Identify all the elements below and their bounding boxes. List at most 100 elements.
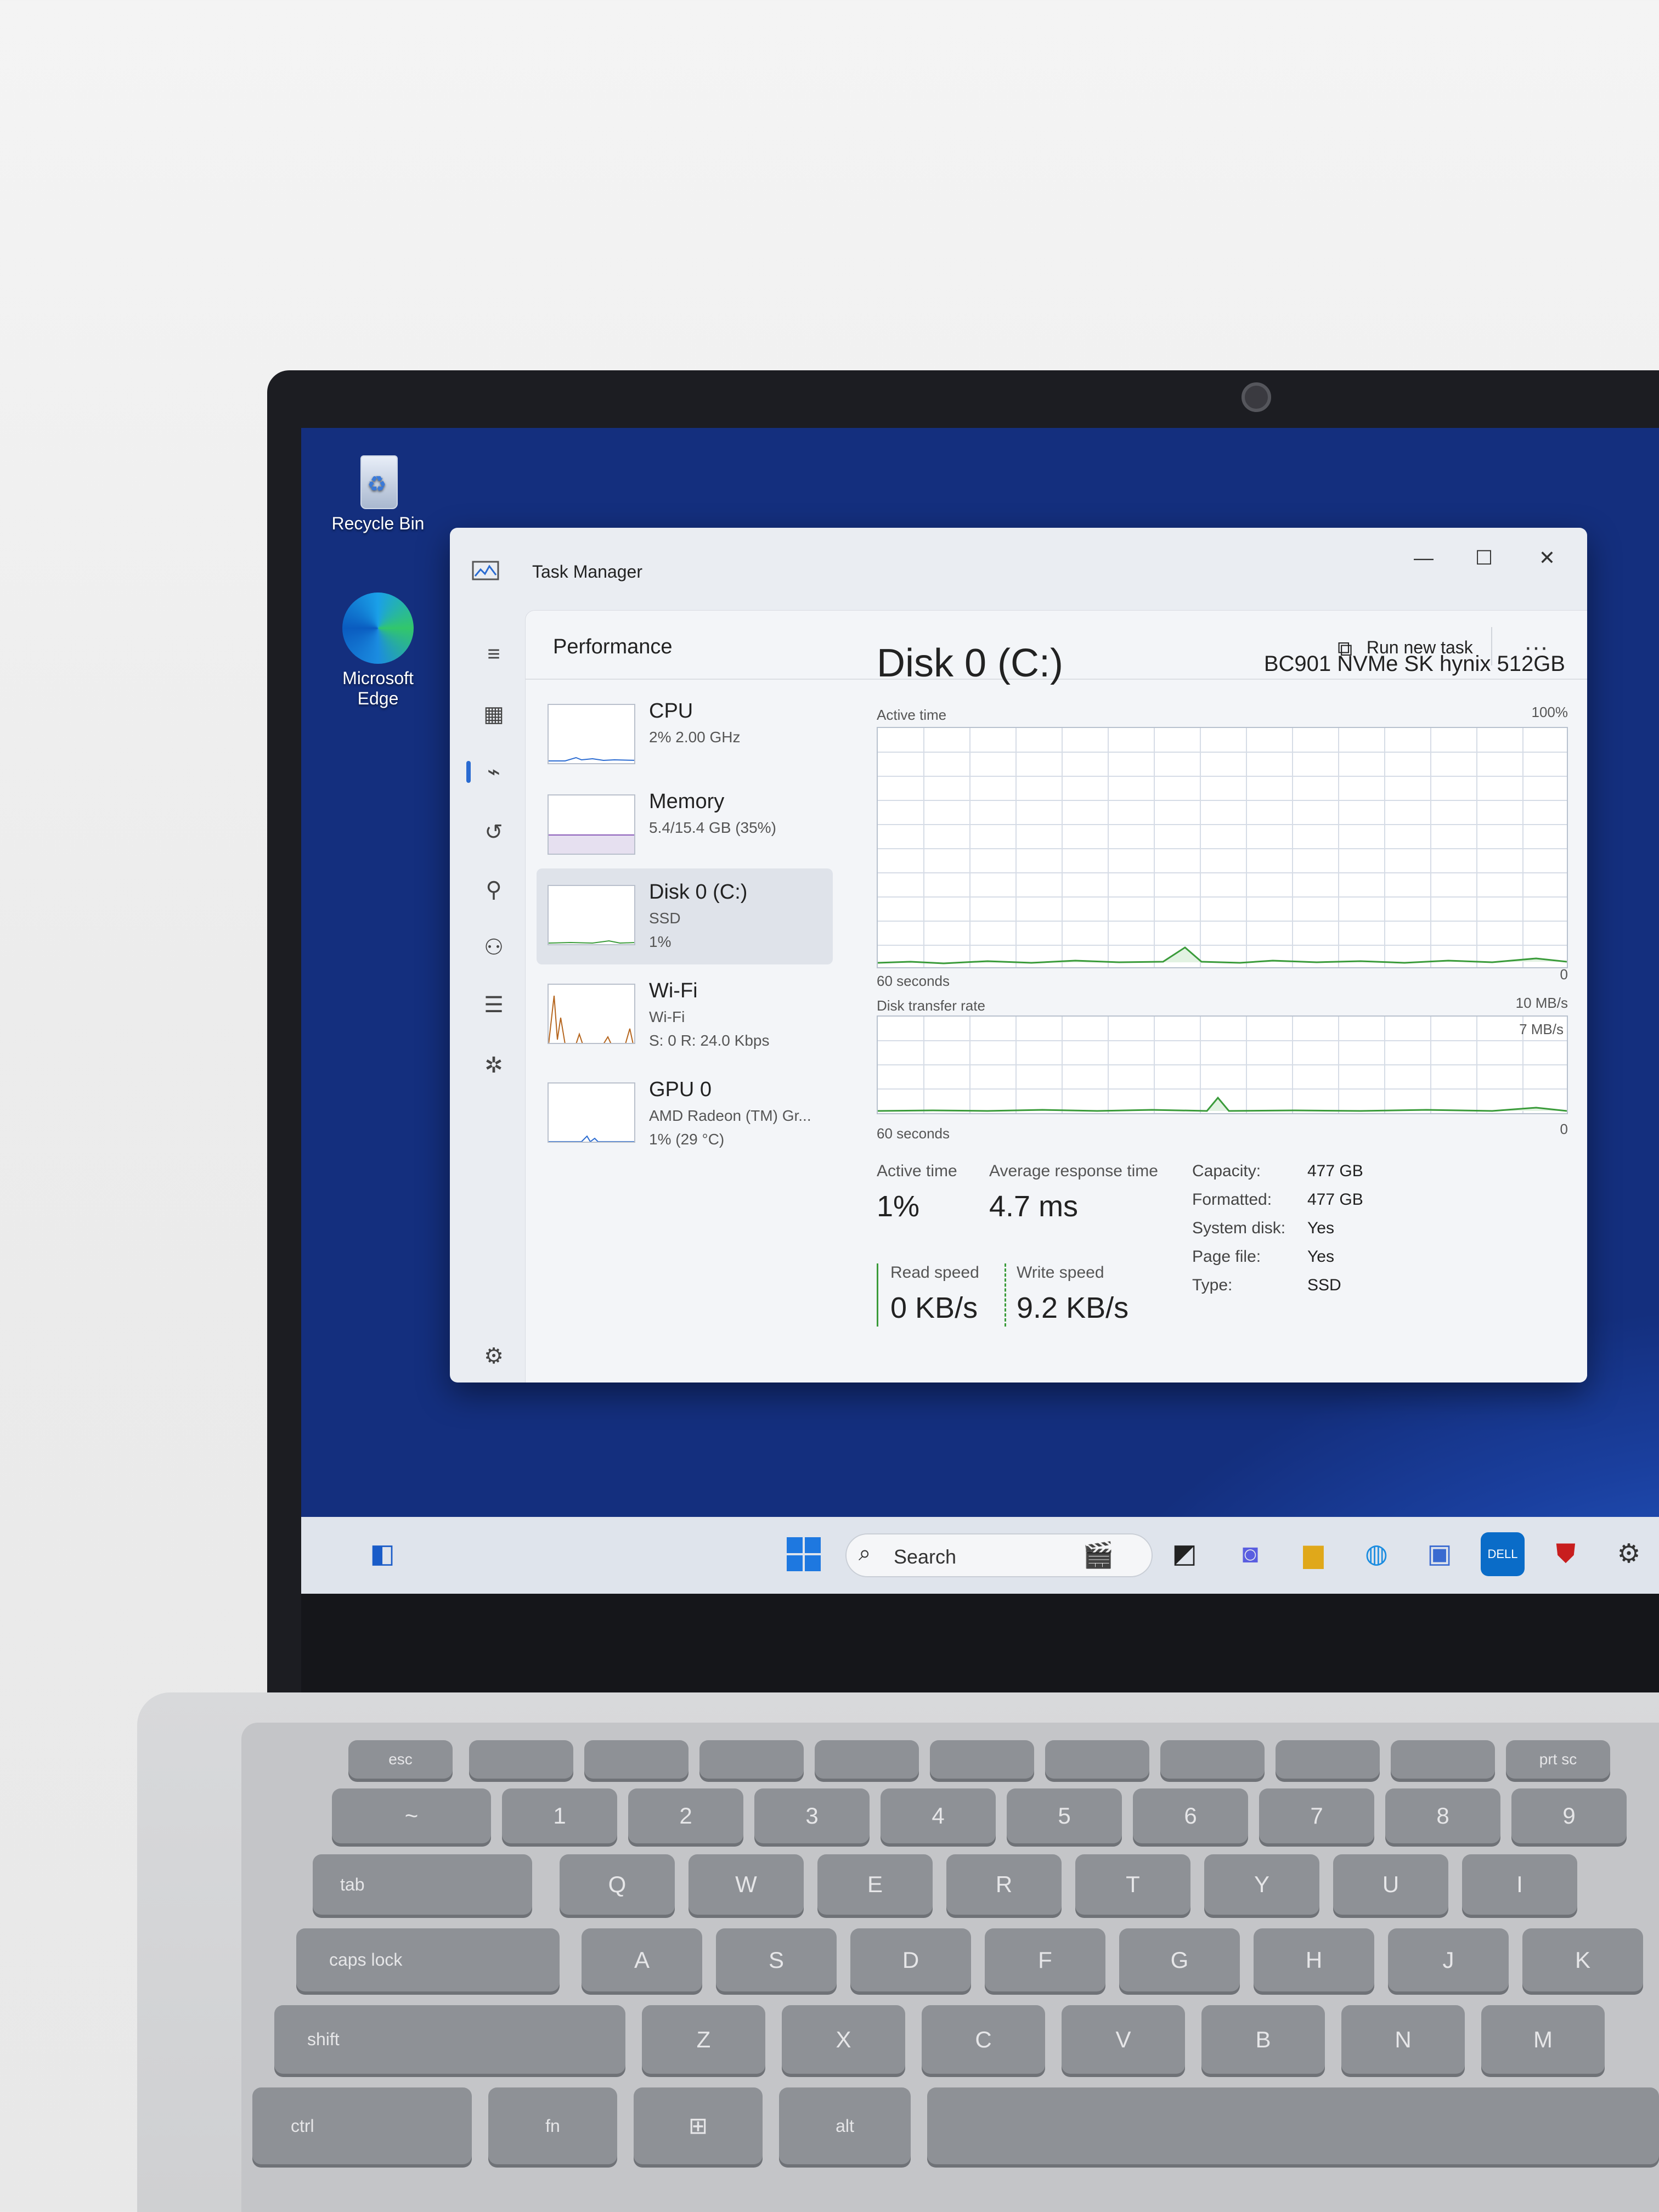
key-m[interactable]: M [1481, 2005, 1605, 2074]
key-9[interactable]: 9 [1511, 1788, 1627, 1843]
key-f9[interactable] [1391, 1740, 1495, 1779]
keyboard: esc prt sc ~ 1 2 3 4 5 6 7 8 9 tab Q W E… [241, 1723, 1659, 2212]
read-speed-marker [877, 1263, 878, 1327]
key-3[interactable]: 3 [754, 1788, 870, 1843]
key-f1[interactable] [469, 1740, 573, 1779]
read-speed-value: 0 KB/s [890, 1291, 978, 1324]
key-s[interactable]: S [716, 1928, 837, 1991]
desktop-icon-label-line1: Microsoft [342, 668, 414, 688]
sidebar-item-gpu[interactable]: GPU 0 AMD Radeon (TM) Gr... 1% (29 °C) [537, 1066, 833, 1162]
sidebar-item-sub: Wi-Fi [649, 1008, 685, 1025]
key-q[interactable]: Q [560, 1854, 675, 1915]
read-speed-label: Read speed [890, 1263, 979, 1282]
task-view-icon[interactable]: ◩ [1163, 1532, 1206, 1576]
key-z[interactable]: Z [642, 2005, 765, 2074]
minimize-button[interactable]: — [1393, 539, 1454, 577]
key-w[interactable]: W [689, 1854, 804, 1915]
key-d[interactable]: D [850, 1928, 971, 1991]
settings-gear-icon[interactable]: ⚙ [477, 1340, 510, 1373]
write-speed-value: 9.2 KB/s [1017, 1291, 1129, 1324]
key-prtsc[interactable]: prt sc [1506, 1740, 1610, 1779]
key-k[interactable]: K [1522, 1928, 1643, 1991]
processes-icon[interactable]: ▦ [477, 698, 510, 731]
transfer-rate-graph: 7 MB/s [877, 1015, 1568, 1114]
key-7[interactable]: 7 [1259, 1788, 1374, 1843]
edge-taskbar-icon[interactable]: ◍ [1355, 1532, 1398, 1576]
prop-value: 477 GB [1307, 1190, 1363, 1209]
sidebar-item-title: CPU [649, 699, 693, 723]
key-f7[interactable] [1160, 1740, 1265, 1779]
key-space[interactable] [927, 2087, 1659, 2164]
key-r[interactable]: R [946, 1854, 1062, 1915]
wifi-thumbnail-graph [548, 984, 635, 1044]
key-caps-lock[interactable]: caps lock [296, 1928, 560, 1991]
performance-icon[interactable]: ⌁ [477, 755, 510, 788]
key-x[interactable]: X [782, 2005, 905, 2074]
key-2[interactable]: 2 [628, 1788, 743, 1843]
file-explorer-icon[interactable]: ▆ [1291, 1532, 1335, 1576]
settings-taskbar-icon[interactable]: ⚙ [1607, 1532, 1651, 1576]
key-f4[interactable] [815, 1740, 919, 1779]
key-fn[interactable]: fn [488, 2087, 617, 2164]
key-1[interactable]: 1 [502, 1788, 617, 1843]
hamburger-menu-icon[interactable]: ≡ [477, 637, 510, 670]
chat-icon[interactable]: ◙ [1228, 1532, 1272, 1576]
key-f5[interactable] [930, 1740, 1034, 1779]
windows-logo-icon: ⊞ [688, 2113, 708, 2138]
key-f2[interactable] [584, 1740, 689, 1779]
details-icon[interactable]: ☰ [477, 989, 510, 1022]
key-f[interactable]: F [985, 1928, 1105, 1991]
services-icon[interactable]: ✲ [477, 1049, 510, 1082]
key-tab[interactable]: tab [313, 1854, 532, 1915]
mcafee-icon[interactable]: ⛊ [1544, 1532, 1588, 1576]
key-b[interactable]: B [1201, 2005, 1325, 2074]
active-time-graph-max: 100% [1531, 704, 1568, 720]
key-alt[interactable]: alt [779, 2087, 911, 2164]
desktop-screen: ♻ Recycle Bin Microsoft Edge Task Manage… [301, 428, 1659, 1594]
store-icon[interactable]: ▣ [1418, 1532, 1462, 1576]
maximize-button[interactable]: ☐ [1454, 539, 1514, 577]
key-g[interactable]: G [1119, 1928, 1240, 1991]
key-f3[interactable] [699, 1740, 804, 1779]
key-t[interactable]: T [1075, 1854, 1190, 1915]
key-a[interactable]: A [582, 1928, 702, 1991]
sidebar-item-memory[interactable]: Memory 5.4/15.4 GB (35%) [537, 778, 833, 874]
key-y[interactable]: Y [1204, 1854, 1319, 1915]
prop-label: Type: [1192, 1276, 1233, 1294]
key-f6[interactable] [1045, 1740, 1149, 1779]
page-title: Performance [553, 635, 673, 658]
sidebar-item-cpu[interactable]: CPU 2% 2.00 GHz [537, 687, 833, 783]
taskbar-search[interactable]: ⌕ Search 🎬 [845, 1533, 1153, 1577]
key-v[interactable]: V [1062, 2005, 1185, 2074]
key-5[interactable]: 5 [1007, 1788, 1122, 1843]
key-4[interactable]: 4 [881, 1788, 996, 1843]
desktop-icon-microsoft-edge[interactable]: Microsoft Edge [312, 592, 444, 709]
sidebar-item-wifi[interactable]: Wi-Fi Wi-Fi S: 0 R: 24.0 Kbps [537, 967, 833, 1063]
key-f8[interactable] [1276, 1740, 1380, 1779]
key-e[interactable]: E [817, 1854, 933, 1915]
app-history-icon[interactable]: ↺ [477, 816, 510, 849]
key-ctrl[interactable]: ctrl [252, 2087, 472, 2164]
desktop-icon-recycle-bin[interactable]: ♻ Recycle Bin [312, 450, 444, 534]
key-windows[interactable]: ⊞ [634, 2087, 763, 2164]
key-n[interactable]: N [1341, 2005, 1465, 2074]
key-shift[interactable]: shift [274, 2005, 625, 2074]
key-u[interactable]: U [1333, 1854, 1448, 1915]
key-h[interactable]: H [1254, 1928, 1374, 1991]
key-i[interactable]: I [1462, 1854, 1577, 1915]
users-icon[interactable]: ⚇ [477, 931, 510, 964]
key-6[interactable]: 6 [1133, 1788, 1248, 1843]
search-placeholder: Search [894, 1545, 957, 1568]
startup-apps-icon[interactable]: ⚲ [477, 873, 510, 906]
key-j[interactable]: J [1388, 1928, 1509, 1991]
start-button[interactable] [782, 1532, 826, 1576]
disk-model: BC901 NVMe SK hynix 512GB [1263, 652, 1565, 676]
key-c[interactable]: C [922, 2005, 1045, 2074]
key-8[interactable]: 8 [1385, 1788, 1500, 1843]
key-esc[interactable]: esc [348, 1740, 453, 1779]
sidebar-item-disk[interactable]: Disk 0 (C:) SSD 1% [537, 868, 833, 964]
close-button[interactable]: ✕ [1517, 539, 1577, 577]
dell-icon[interactable]: DELL [1481, 1532, 1525, 1576]
key-tilde[interactable]: ~ [332, 1788, 491, 1843]
widgets-icon[interactable]: ◧ [360, 1532, 404, 1576]
